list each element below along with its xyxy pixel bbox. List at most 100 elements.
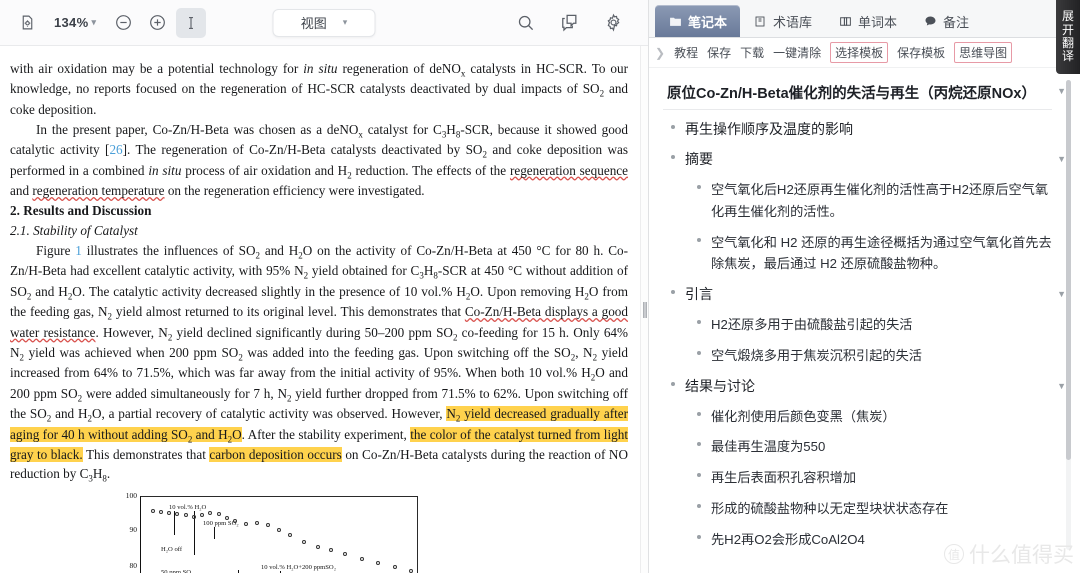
outline-item-7[interactable]: 空气煅烧多用于焦炭沉积引起的失活	[663, 336, 1052, 367]
outline-item-label: 引言	[685, 286, 713, 303]
notebook-toolbar-item-6[interactable]: 保存模板	[897, 44, 945, 61]
highlight-3: carbon deposition occurs	[209, 447, 342, 463]
text-run: and H	[31, 283, 68, 299]
outline-title-row[interactable]: 原位Co-Zn/H-Beta催化剂的失活与再生（丙烷还原NOx） ▼	[663, 78, 1066, 110]
outline-item-label: 空气煅烧多用于焦炭沉积引起的失活	[711, 347, 922, 363]
document-settings-icon[interactable]	[12, 8, 42, 38]
bullet-icon	[697, 442, 701, 447]
outline-item-12[interactable]: 形成的硫酸盐物种以无定型块状状态存在	[663, 489, 1052, 520]
data-point	[255, 520, 259, 525]
data-point	[150, 508, 155, 513]
text-run: .	[106, 466, 111, 482]
outline-item-label: 最佳再生温度为550	[711, 439, 826, 455]
search-icon[interactable]	[510, 8, 540, 38]
figure-link[interactable]: 1	[75, 243, 82, 258]
book-icon	[753, 14, 767, 28]
notebook-toolbar-item-1[interactable]: 教程	[674, 44, 698, 61]
outline-item-label: 摘要	[685, 151, 713, 167]
comment-icon[interactable]	[554, 8, 584, 38]
view-mode-label: 视图	[300, 16, 327, 31]
outline-item-8[interactable]: 结果与讨论 ▼	[663, 367, 1066, 397]
expand-translate-char-1: 展	[1061, 9, 1074, 24]
subsection-heading: 2.1. Stability of Catalyst	[10, 222, 138, 238]
y-tick-label: 80	[129, 560, 138, 570]
chevron-down-icon: ▾	[91, 17, 97, 27]
viewer-toolbar: 134% ▾ 视图 ▾	[0, 0, 648, 46]
notebook-toolbar-item-3[interactable]: 下载	[740, 44, 764, 61]
chevron-down-icon[interactable]: ▼	[1057, 86, 1066, 96]
outline-item-13[interactable]: 先H2再O2会形成CoAl2O4	[663, 520, 1052, 551]
text-run: O. Upon removing H	[470, 283, 585, 299]
view-mode-select[interactable]: 视图 ▾	[272, 8, 376, 37]
notebook-toolbar-item-4[interactable]: 一键清除	[773, 44, 821, 61]
outline-item-11[interactable]: 再生后表面积孔容积增加	[663, 458, 1052, 489]
data-point	[288, 532, 292, 537]
tab-3[interactable]: 单词本	[825, 5, 910, 37]
text-run: , N	[575, 345, 593, 361]
outline-item-9[interactable]: 催化剂使用后颜色变黑（焦炭）	[663, 397, 1052, 428]
tab-2[interactable]: 术语库	[740, 5, 825, 37]
viewer-toolbar-right-group	[510, 8, 636, 38]
text-run: This demonstrates that	[82, 447, 210, 463]
outline-item-2[interactable]: 摘要 ▼	[663, 140, 1066, 170]
chevron-down-icon[interactable]: ▼	[1057, 289, 1066, 299]
outline-item-label: 空气氧化后H2还原再生催化剂的活性高于H2还原后空气氧化再生催化剂的活性。	[711, 182, 1049, 219]
tab-label: 笔记本	[688, 14, 728, 30]
open-book-icon	[838, 14, 852, 28]
outline-item-1[interactable]: 再生操作顺序及温度的影响	[663, 110, 1052, 140]
data-point	[200, 513, 204, 518]
chevron-down-icon[interactable]: ▼	[1057, 381, 1066, 391]
text-run: and H	[192, 426, 228, 442]
bullet-icon	[671, 155, 675, 159]
outline-item-label: 再生操作顺序及温度的影响	[685, 121, 853, 137]
bullet-icon	[697, 473, 701, 478]
tab-4[interactable]: 备注	[910, 5, 982, 37]
pane-resize-handle[interactable]	[640, 46, 648, 573]
outline-item-label: H2还原多用于由硫酸盐引起的失活	[711, 317, 913, 333]
citation-link[interactable]: 26	[109, 142, 122, 157]
document-content[interactable]: with air oxidation may be a potential te…	[0, 46, 648, 573]
text-run: with air oxidation may be a potential te…	[10, 61, 304, 76]
outline-item-5[interactable]: 引言 ▼	[663, 275, 1066, 305]
outline-item-3[interactable]: 空气氧化后H2还原再生催化剂的活性高于H2还原后空气氧化再生催化剂的活性。	[663, 170, 1052, 223]
zoom-level-control[interactable]: 134% ▾	[46, 15, 104, 30]
chevron-down-icon: ▾	[342, 17, 348, 27]
text-run: Figure	[36, 242, 76, 258]
tab-label: 备注	[943, 14, 970, 30]
y-tick-label: 90	[129, 524, 138, 534]
outline-items: 再生操作顺序及温度的影响 摘要 ▼ 空气氧化后H2还原再生催化剂的活性高于H2还原后空…	[663, 110, 1066, 551]
notebook-tabs: 笔记本 术语库 单词本 备注	[649, 0, 1080, 38]
figure-1-plot: 100 90 80 (%) 10 vol.% H₂O 100 ppm SO₂ H…	[126, 491, 418, 573]
outline-item-6[interactable]: H2还原多用于由硫酸盐引起的失活	[663, 305, 1052, 336]
paragraph-2: In the present paper, Co-Zn/H-Beta was c…	[10, 121, 628, 201]
data-point	[158, 509, 163, 514]
notebook-scrollbar-track[interactable]	[1066, 80, 1071, 550]
gear-icon[interactable]	[598, 8, 628, 38]
text-cursor-icon[interactable]	[176, 7, 207, 38]
notebook-toolbar-item-2[interactable]: 保存	[707, 44, 731, 61]
data-point	[329, 548, 334, 553]
notebook-toolbar-item-5[interactable]: 选择模板	[830, 42, 889, 63]
section-heading: 2. Results and Discussion	[10, 203, 152, 219]
tab-1[interactable]: 笔记本	[655, 5, 741, 37]
data-point	[392, 565, 397, 570]
bullet-icon	[671, 381, 675, 386]
zoom-out-button[interactable]	[108, 8, 138, 38]
outline-item-4[interactable]: 空气氧化和 H2 还原的再生途径概括为通过空气氧化首先去除焦炭，最后通过 H2 …	[663, 223, 1052, 276]
text-run: H	[446, 121, 456, 137]
collapse-toolbar-icon[interactable]: ❯	[655, 46, 665, 60]
outline-container[interactable]: 原位Co-Zn/H-Beta催化剂的失活与再生（丙烷还原NOx） ▼ 再生操作顺…	[649, 68, 1080, 573]
outline-item-10[interactable]: 最佳再生温度为550	[663, 427, 1052, 458]
text-run: and H	[260, 242, 299, 258]
text-run: reduction. The effects of the	[351, 162, 510, 178]
expand-translate-tab[interactable]: 展开翻译	[1056, 0, 1080, 74]
viewer-toolbar-left-group: 134% ▾	[12, 7, 207, 38]
notebook-scrollbar-thumb[interactable]	[1066, 80, 1071, 460]
notebook-toolbar-item-7[interactable]: 思维导图	[954, 42, 1013, 63]
text-run: O. The catalytic activity decreased slig…	[72, 283, 466, 299]
tab-label: 单词本	[858, 14, 898, 30]
zoom-in-button[interactable]	[142, 8, 172, 38]
data-point	[315, 544, 320, 549]
chevron-down-icon[interactable]: ▼	[1057, 154, 1066, 164]
data-point	[266, 523, 270, 528]
